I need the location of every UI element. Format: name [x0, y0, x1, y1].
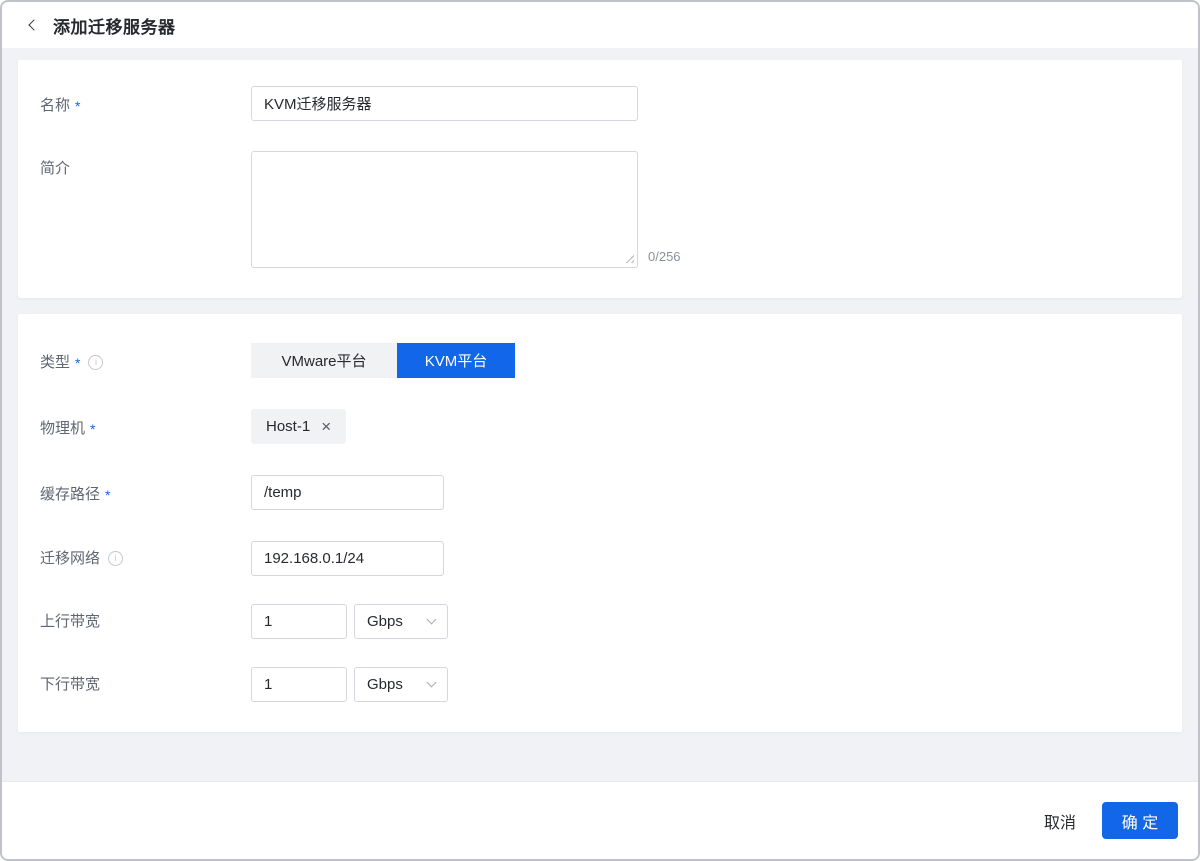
host-label-text: 物理机 — [40, 411, 85, 446]
info-icon: i — [88, 355, 103, 370]
upstream-bandwidth-label-text: 上行带宽 — [40, 604, 100, 639]
host-label: 物理机 * — [40, 409, 251, 447]
kvm-platform-tab[interactable]: KVM平台 — [397, 343, 515, 378]
basic-info-card: 名称 * 简介 0/256 — [18, 60, 1182, 298]
host-tag-text: Host-1 — [266, 418, 310, 435]
config-card: 类型 * i VMware平台 KVM平台 物理机 * Host-1 × — [18, 314, 1182, 732]
description-textarea-wrap: 0/256 — [251, 151, 681, 268]
required-asterisk: * — [105, 478, 110, 513]
migration-network-label: 迁移网络 i — [40, 541, 251, 576]
remove-host-icon[interactable]: × — [321, 418, 331, 435]
page-title: 添加迁移服务器 — [53, 13, 176, 38]
cache-path-label: 缓存路径 * — [40, 475, 251, 513]
migration-network-input[interactable] — [251, 541, 444, 576]
upstream-unit-value: Gbps — [367, 613, 403, 630]
chevron-down-icon — [427, 615, 437, 625]
description-label-text: 简介 — [40, 151, 70, 186]
required-asterisk: * — [90, 412, 95, 447]
name-input[interactable] — [251, 86, 638, 121]
downstream-bandwidth-input[interactable] — [251, 667, 347, 702]
downstream-bandwidth-label-text: 下行带宽 — [40, 667, 100, 702]
upstream-bandwidth-row: 上行带宽 Gbps — [40, 604, 1160, 639]
description-row: 简介 0/256 — [40, 151, 1160, 268]
required-asterisk: * — [75, 346, 80, 381]
downstream-bandwidth-row: 下行带宽 Gbps — [40, 667, 1160, 702]
host-row: 物理机 * Host-1 × — [40, 409, 1160, 447]
platform-toggle-group: VMware平台 KVM平台 — [251, 343, 515, 378]
confirm-button[interactable]: 确 定 — [1102, 802, 1178, 839]
name-label: 名称 * — [40, 86, 251, 124]
downstream-unit-select[interactable]: Gbps — [354, 667, 448, 702]
back-button[interactable] — [24, 17, 40, 33]
downstream-unit-value: Gbps — [367, 676, 403, 693]
chevron-down-icon — [427, 678, 437, 688]
type-label-text: 类型 — [40, 345, 70, 380]
downstream-bandwidth-label: 下行带宽 — [40, 667, 251, 702]
upstream-bandwidth-input[interactable] — [251, 604, 347, 639]
host-tag[interactable]: Host-1 × — [251, 409, 346, 444]
upstream-bandwidth-label: 上行带宽 — [40, 604, 251, 639]
name-row: 名称 * — [40, 86, 1160, 124]
type-label: 类型 * i — [40, 343, 251, 381]
name-label-text: 名称 — [40, 88, 70, 123]
char-counter: 0/256 — [648, 249, 681, 264]
cache-path-input[interactable] — [251, 475, 444, 510]
info-icon: i — [108, 551, 123, 566]
cancel-button[interactable]: 取消 — [1044, 809, 1076, 833]
required-asterisk: * — [75, 89, 80, 124]
migration-network-label-text: 迁移网络 — [40, 541, 100, 576]
description-textarea[interactable] — [251, 151, 638, 268]
type-row: 类型 * i VMware平台 KVM平台 — [40, 343, 1160, 381]
chevron-left-icon — [28, 19, 39, 30]
form-content: 名称 * 简介 0/256 类型 * — [2, 48, 1198, 781]
vmware-platform-tab[interactable]: VMware平台 — [251, 343, 397, 378]
description-label: 简介 — [40, 151, 251, 186]
cache-path-label-text: 缓存路径 — [40, 477, 100, 512]
migration-network-row: 迁移网络 i — [40, 541, 1160, 576]
page-header: 添加迁移服务器 — [2, 2, 1198, 48]
add-migration-server-page: 添加迁移服务器 名称 * 简介 0/256 — [0, 0, 1200, 861]
cache-path-row: 缓存路径 * — [40, 475, 1160, 513]
upstream-unit-select[interactable]: Gbps — [354, 604, 448, 639]
page-footer: 取消 确 定 — [2, 781, 1198, 859]
